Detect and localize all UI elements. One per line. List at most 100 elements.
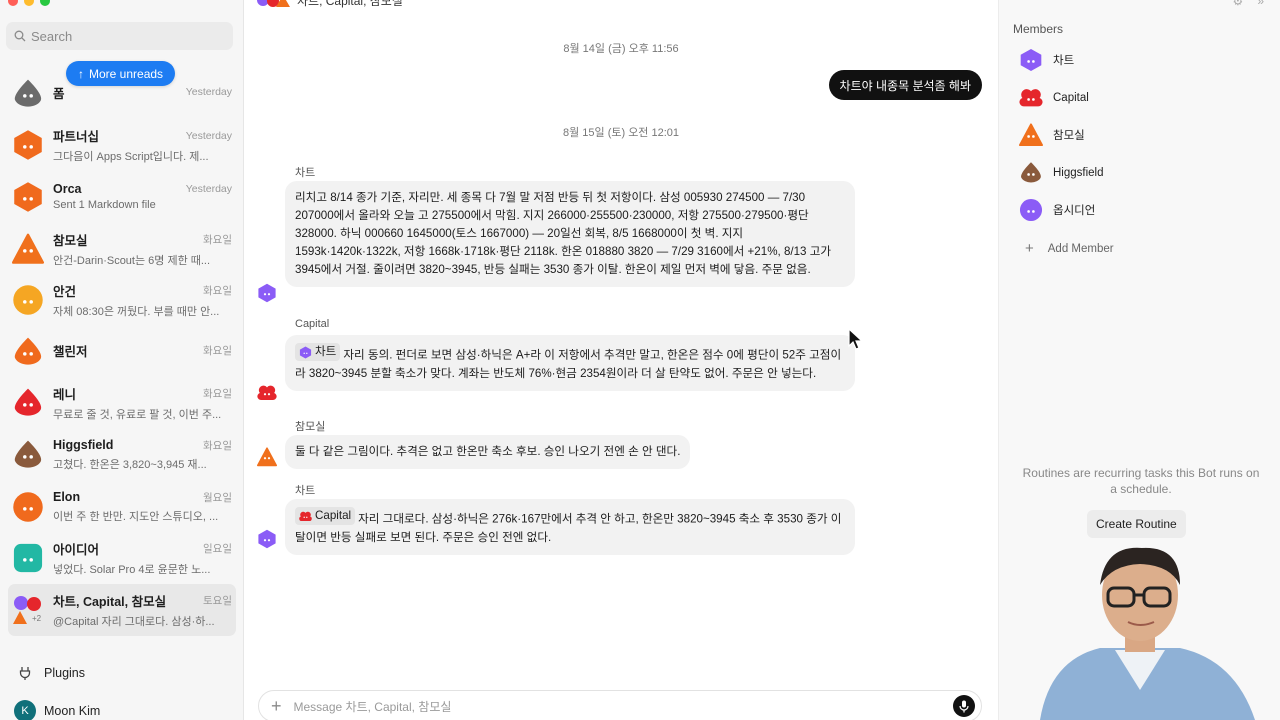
group-avatar-icon: +2	[12, 594, 44, 626]
more-unreads-button[interactable]: ↑ More unreads	[66, 61, 176, 86]
chat-list-item[interactable]: +2 차트, Capital, 참모실 토요일 @Capital 자리 그대로다…	[8, 583, 236, 636]
svg-text:+2: +2	[32, 614, 42, 623]
window-controls	[8, 0, 50, 6]
member-item[interactable]: Capital	[1019, 86, 1089, 110]
zoom-window-button[interactable]	[40, 0, 50, 6]
chat-date: Yesterday	[185, 129, 232, 142]
bot-avatar-icon	[12, 233, 44, 265]
message-text: 자리 동의. 펀더로 보면 삼성·하닉은 A+라 이 저항에서 추격만 말고, …	[295, 348, 842, 380]
bot-avatar-icon	[12, 181, 44, 213]
sender-avatar-icon	[257, 447, 277, 467]
chat-date: 화요일	[203, 285, 232, 298]
member-avatar-icon	[1019, 48, 1043, 72]
chat-list-item[interactable]: 챌린저 화요일	[0, 326, 244, 378]
message-sender: 차트	[295, 485, 316, 497]
chat-preview: 안건-Darin·Scout는 6명 제한 때...	[53, 254, 211, 267]
chat-text: 안건 화요일 자체 08:30은 꺼뒀다. 부를 때만 안...	[53, 281, 232, 319]
chat-text: Higgsfield 화요일 고쳤다. 한온은 3,820~3,945 재...	[53, 438, 232, 472]
message-sender: 차트	[295, 167, 316, 179]
chat-text: Orca Yesterday Sent 1 Markdown file	[53, 182, 232, 211]
member-avatar-icon	[1019, 86, 1043, 110]
bot-avatar-icon	[12, 491, 44, 523]
chat-date: Yesterday	[185, 86, 232, 99]
search-input[interactable]: Search	[6, 22, 233, 50]
plus-icon: +	[1025, 240, 1034, 257]
mention-avatar-icon	[299, 346, 312, 359]
plug-icon	[19, 667, 31, 680]
mic-button[interactable]	[953, 695, 975, 717]
settings-icon[interactable]: ⚙	[1233, 0, 1244, 8]
chat-list-item[interactable]: 파트너십 Yesterday 그다음이 Apps Script입니다. 제...	[0, 120, 244, 172]
bot-avatar-icon	[12, 542, 44, 574]
chat-name: 레니	[53, 388, 77, 403]
close-window-button[interactable]	[8, 0, 18, 6]
arrow-up-icon: ↑	[78, 66, 84, 81]
minimize-window-button[interactable]	[24, 0, 34, 6]
plugins-label: Plugins	[44, 666, 85, 680]
message-composer[interactable]: + Message 차트, Capital, 참모실	[258, 690, 982, 720]
message-bubble: 리치고 8/14 종가 기준, 자리만. 세 종목 다 7월 말 저점 반등 뒤…	[285, 181, 855, 287]
chat-text: 파트너십 Yesterday 그다음이 Apps Script입니다. 제...	[53, 126, 232, 164]
chat-list-item[interactable]: 아이디어 일요일 넣었다. Solar Pro 4로 윤문한 노...	[0, 532, 244, 584]
presenter-image	[1020, 540, 1280, 720]
chat-preview: 자체 08:30은 꺼뒀다. 부를 때만 안...	[53, 306, 220, 319]
bot-avatar-icon	[12, 129, 44, 161]
message-bubble: 차트 자리 동의. 펀더로 보면 삼성·하닉은 A+라 이 저항에서 추격만 말고…	[285, 335, 855, 391]
chat-text: Elon 월요일 이번 주 한 반만. 지도안 스튜디오, ...	[53, 490, 232, 524]
chat-date: Yesterday	[185, 183, 232, 196]
chat-text: 아이디어 일요일 넣었다. Solar Pro 4로 윤문한 노...	[53, 539, 232, 577]
chat-preview: 그다음이 Apps Script입니다. 제...	[53, 151, 209, 164]
chat-list-item[interactable]: 레니 화요일 무료로 줄 것, 유료로 팔 것, 이번 주...	[0, 378, 244, 430]
member-item[interactable]: Higgsfield	[1019, 161, 1104, 185]
add-attachment-icon[interactable]: +	[271, 697, 282, 715]
member-item[interactable]: 참모실	[1019, 123, 1085, 147]
chat-header: 차트, Capital, 참모실	[257, 0, 403, 9]
routines-description: Routines are recurring tasks this Bot ru…	[1022, 466, 1260, 496]
app-window: Search ↑ More unreads 폼 Yesterday 파트너십 Y…	[0, 0, 1280, 720]
mention-avatar-icon	[299, 510, 312, 523]
search-placeholder: Search	[31, 28, 73, 44]
chat-text: 참모실 화요일 안건-Darin·Scout는 6명 제한 때...	[53, 230, 232, 268]
composer-placeholder: Message 차트, Capital, 참모실	[293, 699, 452, 714]
chat-preview: 넣었다. Solar Pro 4로 윤문한 노...	[53, 564, 211, 577]
chat-name: Orca	[53, 182, 82, 197]
chat-list-item[interactable]: 안건 화요일 자체 08:30은 꺼뒀다. 부를 때만 안...	[0, 274, 244, 326]
message-bubble: 둘 다 같은 그림이다. 추격은 없고 한온만 축소 후보. 승인 나오기 전엔…	[285, 435, 691, 469]
my-message-bubble: 차트야 내종목 분석좀 해봐	[828, 70, 982, 100]
user-profile[interactable]: K Moon Kim	[14, 700, 100, 720]
chat-list-item[interactable]: 참모실 화요일 안건-Darin·Scout는 6명 제한 때...	[0, 223, 244, 275]
chat-text: 폼 Yesterday	[53, 83, 232, 105]
member-item[interactable]: 차트	[1019, 48, 1074, 72]
chat-list-item[interactable]: Higgsfield 화요일 고쳤다. 한온은 3,820~3,945 재...	[0, 429, 244, 481]
add-member-button[interactable]: + Add Member	[1025, 240, 1114, 257]
collapse-panel-icon[interactable]: »	[1257, 0, 1264, 8]
date-separator: 8월 14일 (금) 오후 11:56	[563, 43, 679, 55]
chat-date: 월요일	[203, 491, 232, 504]
chat-text: 레니 화요일 무료로 줄 것, 유료로 팔 것, 이번 주...	[53, 384, 232, 422]
member-name: Higgsfield	[1053, 167, 1104, 179]
panel-toolbar: ⚙ »	[1233, 0, 1264, 8]
bot-avatar-icon	[12, 284, 44, 316]
bot-avatar-icon	[12, 336, 44, 368]
mention-chip[interactable]: 차트	[295, 343, 341, 361]
date-separator: 8월 15일 (토) 오전 12:01	[562, 127, 680, 139]
chat-date: 화요일	[203, 439, 232, 452]
sender-avatar-icon	[257, 383, 277, 403]
mention-chip[interactable]: Capital	[295, 507, 356, 525]
chat-list-item[interactable]: Orca Yesterday Sent 1 Markdown file	[0, 171, 244, 223]
chat-name: 참모실	[53, 233, 88, 248]
create-routine-button[interactable]: Create Routine	[1087, 510, 1186, 538]
chat-preview: @Capital 자리 그대로다. 삼성·하...	[53, 615, 215, 628]
member-avatar-icon	[1019, 198, 1043, 222]
plugins-button[interactable]: Plugins	[18, 666, 85, 680]
mention-label: Capital	[315, 509, 352, 522]
member-name: 참모실	[1053, 130, 1085, 142]
chat-name: 아이디어	[53, 543, 100, 558]
member-item[interactable]: 옵시디언	[1019, 198, 1095, 222]
message-text: 리치고 8/14 종가 기준, 자리만. 세 종목 다 7월 말 저점 반등 뒤…	[295, 191, 832, 276]
microphone-icon	[959, 700, 969, 712]
chat-date: 화요일	[203, 233, 232, 246]
chat-list-item[interactable]: Elon 월요일 이번 주 한 반만. 지도안 스튜디오, ...	[0, 481, 244, 533]
chat-date: 토요일	[203, 594, 232, 607]
mouse-cursor-icon	[848, 328, 864, 350]
